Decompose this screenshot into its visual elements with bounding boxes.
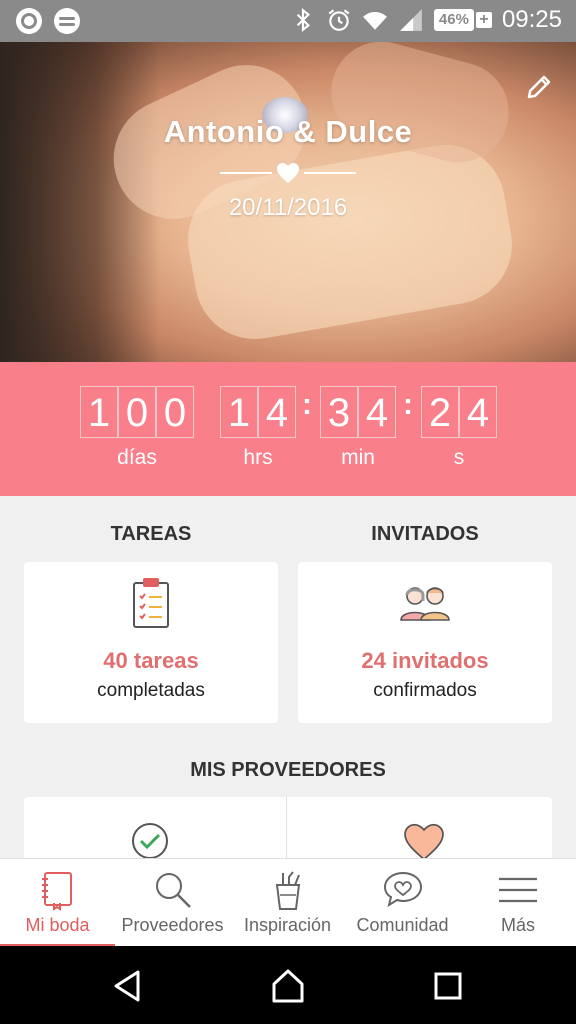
countdown-digit: 4 — [459, 386, 497, 438]
check-circle-icon — [132, 823, 168, 859]
tareas-title: TAREAS — [110, 523, 192, 545]
countdown-separator: : — [302, 388, 312, 421]
title-divider — [220, 162, 356, 186]
nav-item-comunidad[interactable]: Comunidad — [345, 859, 460, 947]
battery-percent: 46% — [433, 9, 474, 31]
invitados-sub: confirmados — [373, 680, 477, 701]
proveedores-title: MIS PROVEEDORES — [190, 759, 386, 781]
clipboard-icon — [133, 578, 169, 628]
countdown-digit: 0 — [118, 386, 156, 438]
countdown-digit: 1 — [220, 386, 258, 438]
countdown-label-days: días — [117, 446, 157, 469]
nav-label: Inspiración — [243, 915, 332, 935]
countdown-digit: 1 — [80, 386, 118, 438]
search-icon — [155, 873, 191, 908]
nav-item-mas[interactable]: Más — [460, 859, 576, 947]
wifi-icon — [362, 12, 387, 30]
battery-indicator: 46% + — [433, 9, 492, 31]
alarm-icon — [328, 9, 350, 31]
back-icon[interactable] — [110, 968, 146, 1004]
nav-item-mi-boda[interactable]: Mi boda — [0, 859, 115, 947]
nav-label: Mi boda — [25, 915, 90, 935]
sync-off-icon — [16, 8, 42, 34]
countdown-label-seconds: s — [453, 446, 465, 469]
tareas-count: 40 tareas — [103, 648, 199, 673]
bottom-navigation: Mi boda Proveedores Inspiración Comunida… — [0, 858, 576, 947]
cover-photo: Antonio & Dulce 20/11/2016 — [0, 42, 576, 362]
heart-icon — [404, 823, 444, 861]
couple-names: Antonio & Dulce — [163, 114, 413, 149]
bluetooth-icon — [296, 7, 310, 33]
tareas-card[interactable]: 40 tareas completadas — [24, 562, 278, 723]
system-navigation-bar — [0, 946, 576, 1024]
proveedores-contracted[interactable] — [24, 797, 286, 867]
spotify-icon — [54, 8, 80, 34]
countdown-seconds: 2 4 — [421, 386, 497, 438]
guests-icon — [400, 587, 450, 621]
recents-icon[interactable] — [430, 968, 466, 1004]
tareas-sub: completadas — [97, 680, 205, 701]
tools-cup-icon — [275, 871, 300, 910]
countdown-digit: 2 — [421, 386, 459, 438]
nav-item-inspiracion[interactable]: Inspiración — [230, 859, 345, 947]
invitados-title: INVITADOS — [371, 523, 479, 545]
countdown-banner: 1 0 0 días 1 4 hrs : 3 4 min : 2 4 s — [0, 362, 576, 496]
nav-item-proveedores[interactable]: Proveedores — [115, 859, 230, 947]
countdown-digit: 0 — [156, 386, 194, 438]
countdown-digit: 4 — [358, 386, 396, 438]
countdown-hours: 1 4 — [220, 386, 296, 438]
nav-label: Proveedores — [121, 915, 224, 935]
notebook-icon — [41, 872, 72, 911]
countdown-minutes: 3 4 — [320, 386, 396, 438]
proveedores-favorites[interactable] — [287, 797, 552, 867]
nav-label: Más — [500, 915, 535, 935]
menu-icon — [499, 877, 537, 903]
countdown-label-minutes: min — [341, 446, 375, 469]
countdown-days: 1 0 0 — [80, 386, 194, 438]
invitados-count: 24 invitados — [361, 648, 489, 673]
countdown-separator: : — [403, 388, 413, 421]
proveedores-card — [24, 797, 552, 867]
pencil-icon[interactable] — [524, 72, 554, 102]
countdown-digit: 4 — [258, 386, 296, 438]
signal-icon — [400, 9, 422, 31]
status-time: 09:25 — [501, 6, 562, 33]
heart-icon — [277, 163, 299, 183]
invitados-card[interactable]: 24 invitados confirmados — [298, 562, 552, 723]
nav-label: Comunidad — [356, 915, 449, 935]
status-bar: 46% + 09:25 — [0, 0, 576, 42]
charging-icon: + — [475, 12, 492, 28]
countdown-label-hours: hrs — [243, 446, 273, 469]
countdown-digit: 3 — [320, 386, 358, 438]
chat-heart-icon — [383, 871, 422, 908]
home-icon[interactable] — [270, 968, 306, 1004]
wedding-date: 20/11/2016 — [228, 194, 348, 221]
